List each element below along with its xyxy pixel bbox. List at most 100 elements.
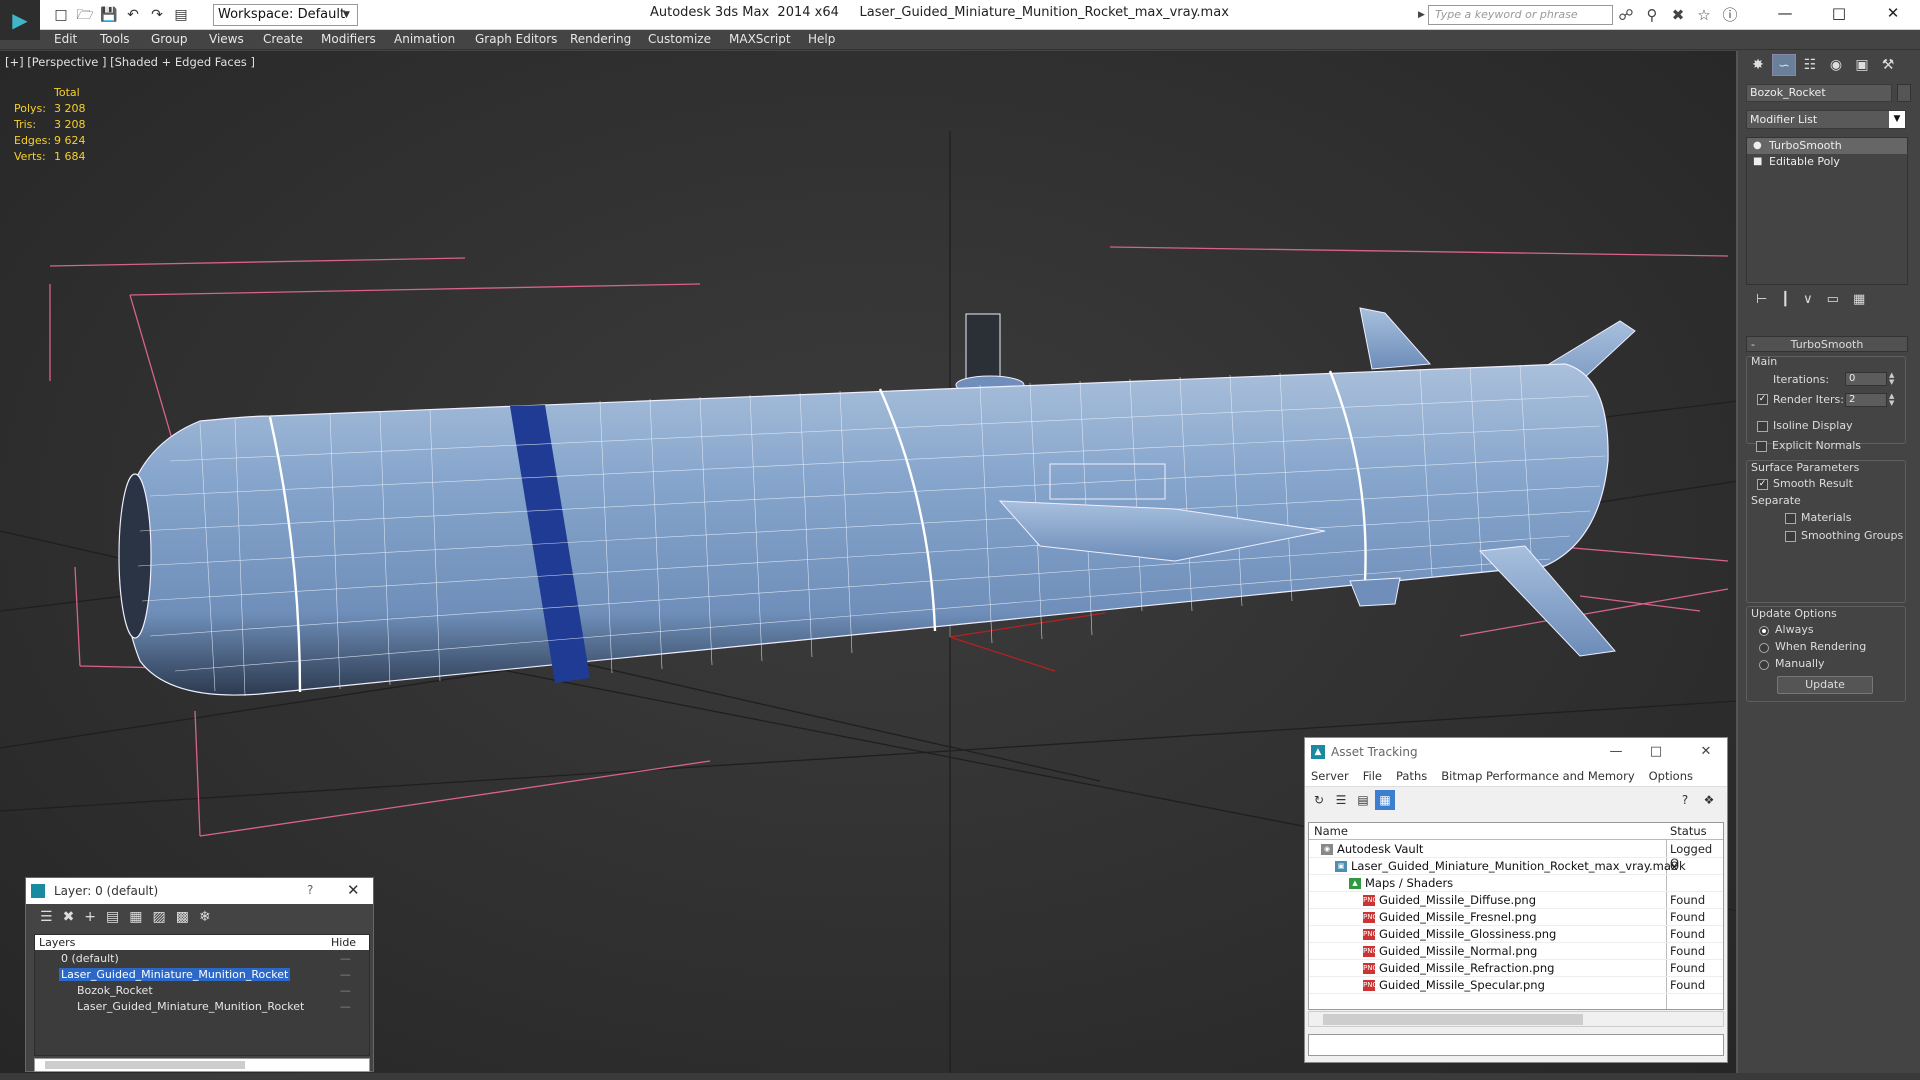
binoculars-icon[interactable]: ☍ [1616,4,1636,26]
chevron-down-icon[interactable]: ▼ [343,5,355,25]
update-button[interactable]: Update [1777,676,1873,694]
workspace-dropdown[interactable]: Workspace: Default [213,4,358,26]
modifier-list-dropdown[interactable]: Modifier List ▼ [1746,110,1906,129]
add-selection-icon[interactable]: ▤ [106,905,119,929]
pin-stack-icon[interactable]: ⊢ [1756,289,1767,311]
create-tab-icon[interactable]: ✸ [1746,54,1770,76]
hide-toggle-icon[interactable]: — [340,984,352,997]
menu-graph-editors[interactable]: Graph Editors [475,32,557,46]
menu-group[interactable]: Group [151,32,188,46]
stack-item-editable-poly[interactable]: ■ Editable Poly [1747,154,1907,170]
column-header-hide[interactable]: Hide [331,936,356,949]
render-iters-checkbox[interactable]: ✓ [1757,394,1768,405]
smoothing-groups-checkbox[interactable] [1785,531,1796,542]
help-icon[interactable]: ? [1675,790,1695,810]
layer-row[interactable]: 0 (default) — [35,951,369,967]
menu-tools[interactable]: Tools [100,32,130,46]
table-row[interactable]: PNG Guided_Missile_Glossiness.png Found [1309,926,1723,943]
app-logo[interactable]: ▶ [0,0,40,40]
table-row[interactable]: PNG Guided_Missile_Fresnel.png Found [1309,909,1723,926]
help-icon[interactable]: ⓘ [1720,4,1740,26]
minimize-icon[interactable]: — [1601,742,1631,762]
add-icon[interactable]: + [84,905,96,929]
search-input[interactable]: Type a keyword or phrase [1428,5,1613,25]
maximize-icon[interactable]: □ [1812,0,1866,26]
layer-row[interactable]: Laser_Guided_Miniature_Munition_Rocket — [35,967,369,983]
list-view-icon[interactable]: ☰ [1331,790,1351,810]
object-name-field[interactable]: Bozok_Rocket [1746,84,1892,102]
iterations-spinner[interactable]: 0 [1845,372,1887,386]
show-end-result-icon[interactable]: ┃ [1781,289,1789,311]
menu-animation[interactable]: Animation [394,32,455,46]
display-tab-icon[interactable]: ▣ [1850,54,1874,76]
project-folder-icon[interactable]: ▤ [170,4,192,26]
utilities-tab-icon[interactable]: ⚒ [1876,54,1900,76]
refresh-icon[interactable]: ↻ [1309,790,1329,810]
isoline-display-checkbox[interactable] [1757,421,1768,432]
hide-toggle-icon[interactable]: — [340,1000,352,1013]
open-file-icon[interactable]: 🗁 [74,4,96,26]
column-header-layers[interactable]: Layers [39,936,75,949]
modify-tab-icon[interactable]: ∽ [1772,54,1796,76]
table-row[interactable]: ▲ Maps / Shaders [1309,875,1723,892]
make-unique-icon[interactable]: ∨ [1803,289,1813,311]
scrollbar-thumb[interactable] [1323,1014,1583,1025]
hierarchy-tab-icon[interactable]: ☷ [1798,54,1822,76]
delete-icon[interactable]: ✖ [63,905,75,929]
horizontal-scrollbar[interactable] [34,1058,370,1072]
table-row[interactable]: PNG Guided_Missile_Specular.png Found [1309,977,1723,994]
table-row[interactable]: PNG Guided_Missile_Refraction.png Found [1309,960,1723,977]
menu-rendering[interactable]: Rendering [570,32,631,46]
stack-item-turbosmooth[interactable]: ● TurboSmooth [1747,138,1907,154]
turbosmooth-rollout-header[interactable]: - TurboSmooth [1746,336,1908,352]
menu-edit[interactable]: Edit [54,32,77,46]
maximize-icon[interactable]: □ [1641,742,1671,762]
materials-checkbox[interactable] [1785,513,1796,524]
always-radio[interactable] [1759,626,1769,636]
spinner-arrows-icon[interactable]: ▲ ▼ [1889,393,1897,407]
star-icon[interactable]: ☆ [1694,4,1714,26]
hide-all-icon[interactable]: ▩ [176,905,189,929]
highlight-layer-icon[interactable]: ▨ [153,905,166,929]
lightbulb-icon[interactable]: ● [1753,138,1762,154]
hide-toggle-icon[interactable]: — [340,968,352,981]
hide-toggle-icon[interactable]: — [340,952,352,965]
spinner-arrows-icon[interactable]: ▲ ▼ [1889,372,1897,386]
close-icon[interactable]: ✕ [1866,0,1920,26]
new-file-icon[interactable]: □ [50,4,72,26]
table-row[interactable]: ▣ Laser_Guided_Miniature_Munition_Rocket_… [1309,858,1723,875]
table-row[interactable]: PNG Guided_Missile_Normal.png Found [1309,943,1723,960]
exchange-icon[interactable]: ✖ [1668,4,1688,26]
table-row[interactable]: ◉ Autodesk Vault Logged O [1309,841,1723,870]
menu-create[interactable]: Create [263,32,303,46]
menu-customize[interactable]: Customize [648,32,711,46]
help-icon[interactable]: ? [307,883,313,897]
menu-modifiers[interactable]: Modifiers [321,32,376,46]
table-row[interactable]: PNG Guided_Missile_Diffuse.png Found [1309,892,1723,909]
redo-icon[interactable]: ↷ [146,4,168,26]
select-objects-icon[interactable]: ▦ [129,905,142,929]
manually-radio[interactable] [1759,660,1769,670]
viewport-label[interactable]: [+] [Perspective ] [Shaded + Edged Faces… [5,55,255,69]
render-iters-spinner[interactable]: 2 [1845,393,1887,407]
menu-server[interactable]: Server [1311,766,1349,786]
smooth-result-checkbox[interactable]: ✓ [1757,479,1768,490]
minimize-icon[interactable]: — [1758,0,1812,26]
chevron-down-icon[interactable]: ▼ [1889,111,1905,128]
menu-help[interactable]: Help [808,32,835,46]
undo-icon[interactable]: ↶ [122,4,144,26]
layer-row[interactable]: Laser_Guided_Miniature_Munition_Rocket — [35,999,369,1015]
close-icon[interactable]: ✕ [1691,742,1721,762]
key-icon[interactable]: ⚲ [1642,4,1662,26]
configure-sets-icon[interactable]: ▦ [1853,289,1865,311]
menu-views[interactable]: Views [209,32,244,46]
pin-icon[interactable]: ❖ [1699,790,1719,810]
menu-bitmap-performance[interactable]: Bitmap Performance and Memory [1441,766,1634,786]
menu-maxscript[interactable]: MAXScript [729,32,791,46]
explicit-normals-checkbox[interactable] [1756,441,1767,452]
motion-tab-icon[interactable]: ◉ [1824,54,1848,76]
menu-paths[interactable]: Paths [1396,766,1427,786]
table-view-icon[interactable]: ▦ [1375,790,1395,810]
column-header-name[interactable]: Name [1314,824,1348,838]
column-header-status[interactable]: Status [1670,824,1707,838]
